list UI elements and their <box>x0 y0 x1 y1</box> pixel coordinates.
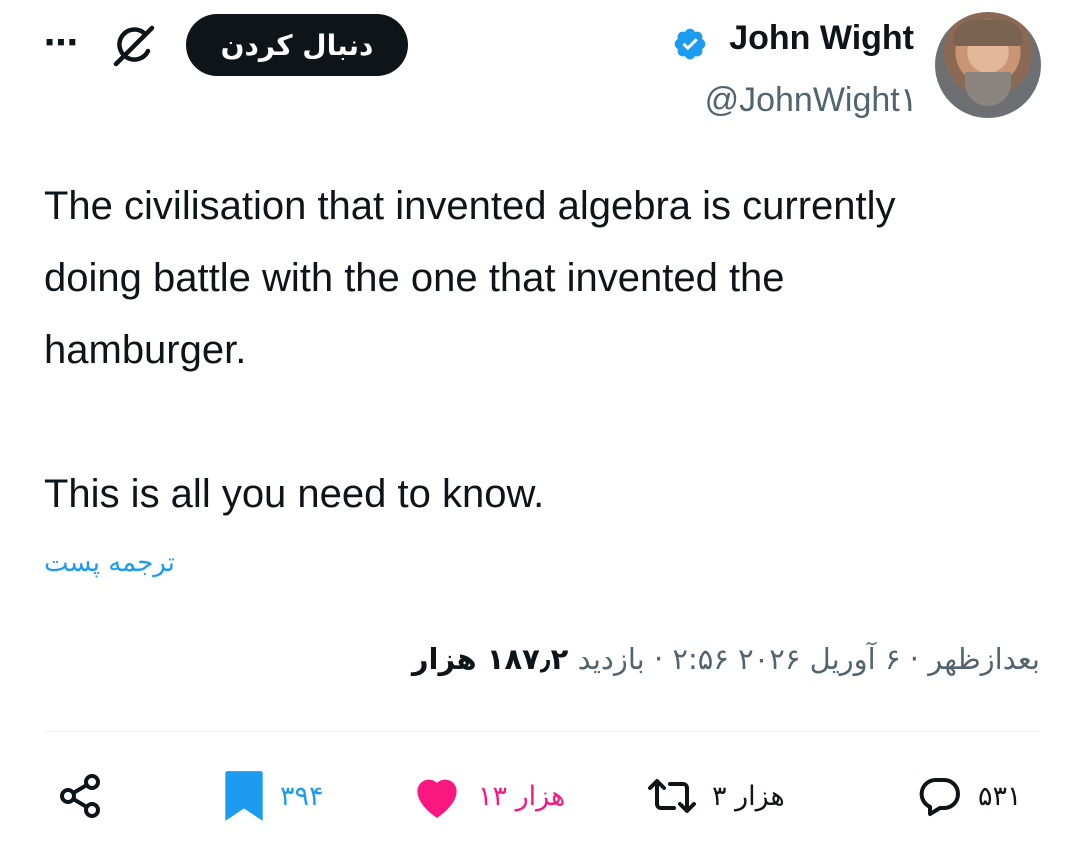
tweet-line: The civilisation that invented algebra i… <box>44 184 896 228</box>
translate-post-link[interactable]: ترجمه پست <box>44 543 244 583</box>
meta-time: بعدازظهر <box>928 642 1040 676</box>
meta-date[interactable]: ۶ آوریل ۲۰۲۶ ۲:۵۶ <box>672 642 900 676</box>
bookmark-count: ۳۹۴ <box>280 780 324 812</box>
more-options-icon[interactable]: ⋯ <box>44 26 90 60</box>
tweet-meta: بعدازظهر · ۶ آوریل ۲۰۲۶ ۲:۵۶ · بازدید ۱۸… <box>412 636 1040 682</box>
repost-count: ۳ هزار <box>712 780 785 812</box>
verified-badge-icon <box>674 28 706 60</box>
reply-icon <box>919 777 960 816</box>
tweet-line: This is all you need to know. <box>44 472 545 516</box>
reply-button[interactable]: ۵۳۱ <box>916 766 1022 826</box>
avatar[interactable] <box>935 12 1041 118</box>
heart-icon <box>417 779 457 818</box>
tweet-line: hamburger. <box>44 328 247 372</box>
like-button[interactable]: ۱۳ هزار <box>410 766 565 826</box>
meta-separator: · <box>909 642 919 676</box>
repost-button[interactable]: ۳ هزار <box>646 766 785 826</box>
divider <box>44 731 1040 732</box>
meta-separator: · <box>653 642 664 676</box>
author-handle[interactable]: @JohnWight۱ <box>600 78 918 122</box>
tweet-text: The civilisation that invented algebra i… <box>44 170 1034 530</box>
bookmark-button[interactable]: ۳۹۴ <box>222 766 324 826</box>
share-icon <box>60 774 100 818</box>
author-name[interactable]: John Wight <box>712 16 914 60</box>
share-button[interactable] <box>56 766 104 826</box>
reply-count: ۵۳۱ <box>978 780 1022 812</box>
views-label: بازدید <box>577 642 645 676</box>
repost-icon <box>648 779 696 813</box>
grok-icon[interactable] <box>110 24 158 68</box>
tweet-line: doing battle with the one that invented … <box>44 256 785 300</box>
bookmark-icon <box>225 771 263 821</box>
like-count: ۱۳ هزار <box>478 780 566 812</box>
follow-button[interactable]: دنبال کردن <box>186 14 408 76</box>
views-count[interactable]: ۱۸۷٫۲ هزار <box>412 642 569 676</box>
